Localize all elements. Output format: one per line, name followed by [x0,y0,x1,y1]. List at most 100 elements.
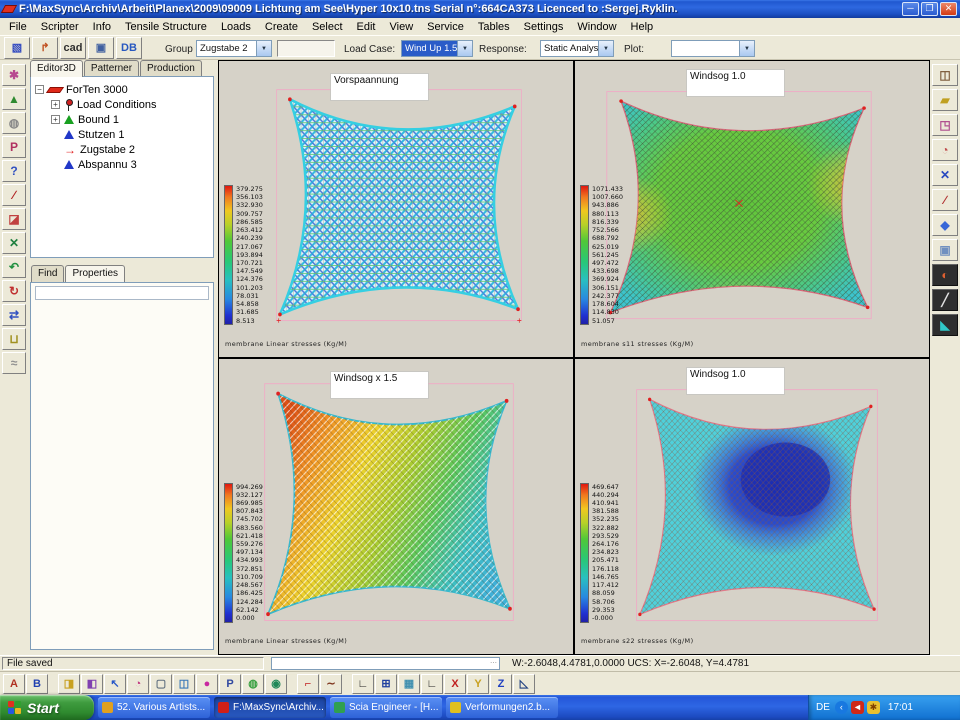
point-tool-icon[interactable]: P [2,136,26,158]
copy-shape-icon[interactable]: ◫ [173,674,195,694]
menu-item-select[interactable]: Select [305,20,350,34]
p-tool-icon[interactable]: P [219,674,241,694]
tab-production[interactable]: Production [140,60,202,77]
chevron-down-icon[interactable]: ▼ [256,41,271,56]
refresh-loop-icon[interactable]: ↻ [2,280,26,302]
view-mode-icon[interactable]: ◫ [932,64,958,86]
save-icon[interactable]: ▣ [88,37,114,59]
maximize-button[interactable]: ❐ [921,2,938,16]
collapse-icon[interactable]: − [35,85,44,94]
viewport-cell-1[interactable]: Vorspaannung 379.275356.103332.930309.75… [219,61,573,357]
axis-l-icon[interactable]: ∟ [352,674,374,694]
undo-arrow-icon[interactable]: ↶ [2,256,26,278]
sketch-preview-icon[interactable]: ≈ [2,352,26,374]
menu-item-settings[interactable]: Settings [517,20,571,34]
tab-editor3d[interactable]: Editor3D [30,60,83,77]
axis-box-icon[interactable]: ⊞ [375,674,397,694]
messenger-tray-icon[interactable]: ✱ [867,701,880,714]
x-axis-icon[interactable]: X [444,674,466,694]
region-select-icon[interactable]: ▰ [932,89,958,111]
menu-item-service[interactable]: Service [420,20,471,34]
delete-element-icon[interactable]: ✕ [932,164,958,186]
membrane-canvas-3[interactable] [263,381,515,625]
menu-item-tables[interactable]: Tables [471,20,517,34]
axis-mesh-icon[interactable]: ▦ [398,674,420,694]
task-scia-engineer[interactable]: Scia Engineer - [H... [330,697,442,718]
rollback-tray-icon[interactable]: ‹ [835,701,848,714]
mesh-generator-icon[interactable]: ✱ [2,64,26,86]
clip-view-icon[interactable]: ◣ [932,314,958,336]
zoom-extents-icon[interactable]: ◔ [932,139,958,161]
minimize-button[interactable]: ─ [902,2,919,16]
axis-3d-icon[interactable]: ◺ [513,674,535,694]
tree-item-load-conditions[interactable]: + Load Conditions [35,97,211,112]
menu-item-info[interactable]: Info [86,20,118,34]
render-icon[interactable]: ◐ [932,264,958,286]
magenta-dot-icon[interactable]: ● [196,674,218,694]
viewport-cell-4[interactable]: Windsog 1.0 469.647440.294410.941381.588… [575,359,929,655]
menu-item-create[interactable]: Create [258,20,305,34]
expand-icon[interactable]: + [51,100,60,109]
measure-icon[interactable]: ∕ [932,189,958,211]
properties-field[interactable] [35,286,209,300]
node-path-icon[interactable]: ⌐ [297,674,319,694]
tree-item-zugstabe-2[interactable]: → Zugstabe 2 [35,142,211,157]
tree-item-stutzen-1[interactable]: Stutzen 1 [35,127,211,142]
dimension-ruler-icon[interactable]: ∕ [2,184,26,206]
import-icon[interactable]: ↱ [32,37,58,59]
cad-icon[interactable]: cad [60,37,86,59]
menu-item-edit[interactable]: Edit [350,20,383,34]
sphere-icon[interactable]: ◍ [242,674,264,694]
task-maxsync[interactable]: F:\MaxSync\Archiv... [214,697,326,718]
close-button[interactable]: ✕ [940,2,957,16]
group-dropdown[interactable]: Zugstabe 2 ▼ [196,40,272,57]
menu-item-help[interactable]: Help [624,20,661,34]
tree-item-abspannu-3[interactable]: Abspannu 3 [35,157,211,172]
dashed-box-icon[interactable]: ▢ [150,674,172,694]
dome-mesh-icon[interactable]: ◍ [2,112,26,134]
surface-edit-icon[interactable]: ◪ [2,208,26,230]
yellow-box-icon[interactable]: ◨ [58,674,80,694]
zoom-window-icon[interactable]: ◳ [932,114,958,136]
swap-ab-icon[interactable]: ⇄ [2,304,26,326]
expand-icon[interactable]: + [51,115,60,124]
chevron-down-icon[interactable]: ▼ [598,41,613,56]
tab-find[interactable]: Find [31,265,64,282]
y-axis-icon[interactable]: Y [467,674,489,694]
load-case-dropdown[interactable]: Wind Up 1.5 ▼ [401,40,473,57]
viewport-cell-2[interactable]: Windsog 1.0 1071.4331007.660943.886880.1… [575,61,929,357]
z-axis-icon[interactable]: Z [490,674,512,694]
layers-icon[interactable]: ▣ [932,239,958,261]
tree-item-bound-1[interactable]: + Bound 1 [35,112,211,127]
membrane-canvas-1[interactable] [275,87,523,325]
globe-icon[interactable]: ◉ [265,674,287,694]
membrane-canvas-2[interactable] [605,89,873,323]
db-icon[interactable]: DB [116,37,142,59]
new-model-icon[interactable]: ▧ [4,37,30,59]
menu-item-loads[interactable]: Loads [214,20,258,34]
viewport-cell-3[interactable]: Windsog x 1.5 994.269932.127869.985807.8… [219,359,573,655]
delete-cross-icon[interactable]: ✕ [2,232,26,254]
chevron-down-icon[interactable]: ▼ [739,41,754,56]
menu-item-view[interactable]: View [383,20,421,34]
plot-dropdown[interactable]: ▼ [671,40,755,57]
tab-patterner[interactable]: Patterner [84,60,139,77]
language-indicator[interactable]: DE [816,702,830,713]
font-b-icon[interactable]: B [26,674,48,694]
start-button[interactable]: Start [0,695,94,720]
task-verformungen[interactable]: Verformungen2.b... [446,697,558,718]
cone-surface-icon[interactable]: ▲ [2,88,26,110]
gem-view-icon[interactable]: ◆ [932,214,958,236]
chevron-down-icon[interactable]: ▼ [457,41,472,56]
tree-item-forten-3000[interactable]: − ForTen 3000 [35,82,211,97]
menu-item-tensile-structure[interactable]: Tensile Structure [118,20,214,34]
membrane-canvas-4[interactable] [635,387,879,625]
response-dropdown[interactable]: Static Analysis Re ▼ [540,40,614,57]
volume-tray-icon[interactable]: ◄ [851,701,864,714]
menu-item-window[interactable]: Window [570,20,623,34]
task-various-artists[interactable]: 52. Various Artists... [98,697,210,718]
menu-item-file[interactable]: File [2,20,34,34]
query-help-icon[interactable]: ? [2,160,26,182]
rotate-view-icon[interactable]: ◔ [127,674,149,694]
cube-icon[interactable]: ◧ [81,674,103,694]
